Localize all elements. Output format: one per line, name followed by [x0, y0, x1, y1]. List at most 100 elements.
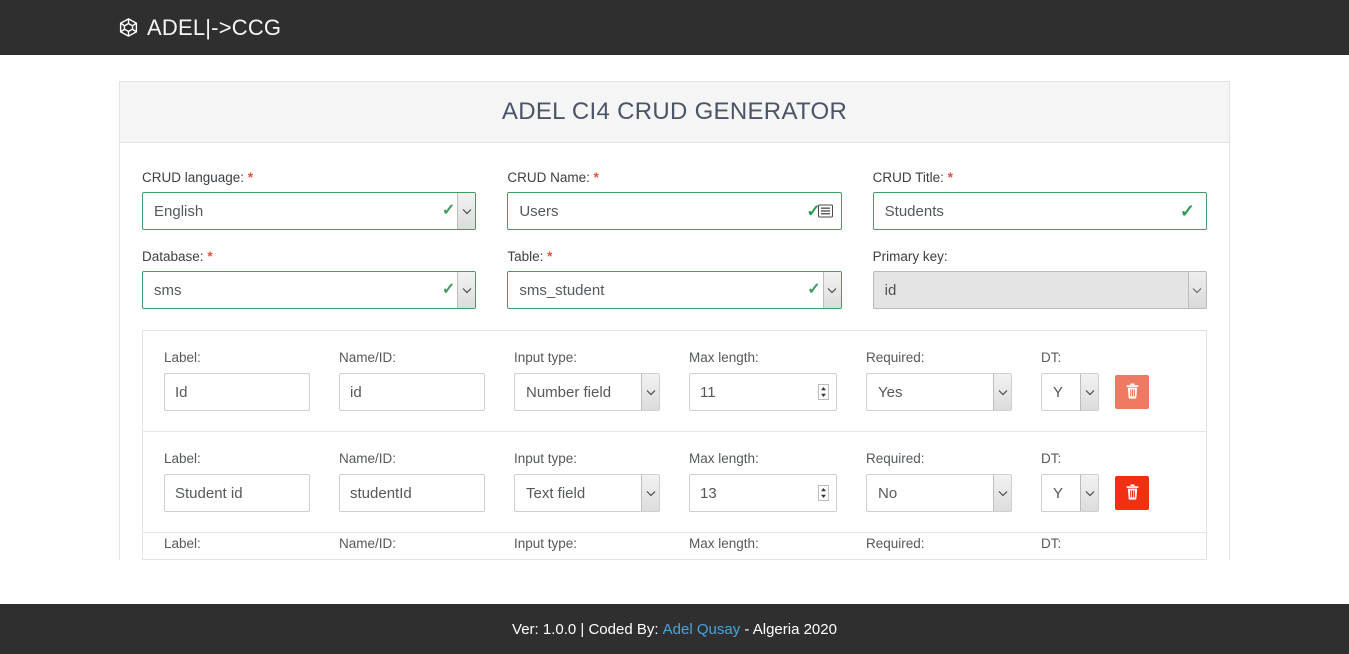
- table-control: sms_student ✓: [507, 271, 842, 309]
- row0-delete-button[interactable]: [1115, 375, 1149, 409]
- green-check-icon: ✓: [441, 281, 456, 298]
- primary-key-control: id: [872, 271, 1207, 309]
- database-label: Database: *: [142, 249, 476, 264]
- column-header-input-type: Input type:: [514, 350, 578, 365]
- row0-name-input[interactable]: [339, 373, 485, 411]
- table-label-text: Table:: [507, 249, 544, 264]
- row0-label-input[interactable]: [164, 373, 310, 411]
- green-check-icon: ✓: [807, 281, 821, 298]
- table-label: Table: *: [507, 249, 841, 264]
- footer-suffix-text: - Algeria 2020: [744, 620, 837, 638]
- chevron-down-icon[interactable]: [993, 475, 1011, 511]
- row0-input-type-select[interactable]: Number field: [514, 373, 660, 411]
- crud-language-select[interactable]: English ✓: [142, 192, 477, 230]
- primary-key-label: Primary key:: [872, 249, 948, 264]
- crud-title-input[interactable]: [872, 192, 1207, 230]
- row1-delete-button[interactable]: [1115, 476, 1149, 510]
- column-header-max-length: Max length:: [689, 451, 759, 466]
- row1-name-cell: Name/ID:: [339, 451, 485, 512]
- crud-name-control: ✓: [507, 192, 842, 230]
- row1-dt-select[interactable]: Y: [1041, 474, 1099, 512]
- row0-required-select[interactable]: Yes: [866, 373, 1012, 411]
- crud-language-label: CRUD language: *: [142, 170, 476, 185]
- column-header-dt: DT:: [1041, 350, 1062, 365]
- card-header: ADEL CI4 CRUD GENERATOR: [120, 82, 1229, 143]
- crud-name-input[interactable]: [507, 192, 842, 230]
- row1-dt-value: Y: [1053, 484, 1064, 502]
- footer-version-text: Ver: 1.0.0 | Coded By:: [512, 620, 659, 638]
- footer-author-link[interactable]: Adel Qusay: [663, 621, 741, 638]
- primary-key-select: id: [872, 271, 1207, 309]
- row1-input-type-select[interactable]: Text field: [514, 474, 660, 512]
- field-crud-language: CRUD language: * English ✓: [142, 170, 477, 230]
- column-header-name-id: Name/ID:: [339, 451, 397, 466]
- page-title: ADEL CI4 CRUD GENERATOR: [501, 98, 848, 125]
- required-marker: *: [207, 249, 213, 264]
- row0-max-length-input[interactable]: [689, 373, 837, 411]
- row0-dt-select[interactable]: Y: [1041, 373, 1099, 411]
- row1-dt-cell: DT: Y: [1041, 451, 1099, 512]
- row0-required-cell: Required: Yes: [866, 350, 1012, 411]
- brand-text: ADEL|->CCG: [147, 14, 282, 40]
- column-header-input-type: Input type:: [514, 451, 578, 466]
- row1-label-cell: Label:: [164, 451, 310, 512]
- row1-required-select[interactable]: No: [866, 474, 1012, 512]
- table-row: Label: Name/ID: Input type: Number field: [143, 331, 1206, 432]
- chevron-down-icon[interactable]: [641, 475, 659, 511]
- row2-max-cell: Max length:: [689, 536, 837, 559]
- row1-required-cell: Required: No: [866, 451, 1012, 512]
- chevron-down-icon[interactable]: [1080, 475, 1098, 511]
- trash-icon: [1125, 383, 1140, 402]
- chevron-down-icon: [1187, 272, 1206, 308]
- row0-input-type-value: Number field: [526, 383, 612, 401]
- row0-dt-value: Y: [1053, 383, 1064, 401]
- chevron-down-icon[interactable]: [993, 374, 1011, 410]
- green-check-icon: ✓: [441, 202, 456, 219]
- column-header-max-length: Max length:: [689, 350, 759, 365]
- column-header-input-type: Input type:: [514, 536, 578, 551]
- database-select[interactable]: sms ✓: [142, 271, 477, 309]
- form-row-2: Database: * sms ✓ Table: * sms_student ✓…: [142, 249, 1207, 309]
- column-header-name-id: Name/ID:: [339, 536, 397, 551]
- chevron-down-icon[interactable]: [1080, 374, 1098, 410]
- field-crud-title: CRUD Title: * ✓: [872, 170, 1207, 230]
- chevron-down-icon[interactable]: [641, 374, 659, 410]
- crud-language-label-text: CRUD language:: [142, 170, 245, 185]
- column-header-label: Label:: [164, 536, 201, 551]
- crud-title-label: CRUD Title: *: [873, 170, 1207, 185]
- page-footer: Ver: 1.0.0 | Coded By: Adel Qusay - Alge…: [0, 604, 1349, 654]
- trash-icon: [1125, 484, 1140, 503]
- fields-panel: Label: Name/ID: Input type: Number field: [142, 330, 1207, 560]
- crud-title-label-text: CRUD Title:: [872, 170, 944, 185]
- primary-key-value: id: [884, 281, 897, 299]
- table-row: Label: Name/ID: Input type: Text field: [143, 432, 1206, 533]
- column-header-required: Required:: [866, 350, 925, 365]
- row2-label-cell: Label:: [164, 536, 310, 559]
- brand-logo-link[interactable]: ADEL|->CCG: [118, 15, 281, 41]
- row1-label-input[interactable]: [164, 474, 310, 512]
- top-navbar: ADEL|->CCG: [0, 0, 1349, 55]
- row1-max-length-input[interactable]: [689, 474, 837, 512]
- chevron-down-icon[interactable]: [457, 272, 476, 308]
- row2-type-cell: Input type:: [514, 536, 660, 559]
- crud-language-value: English: [154, 202, 204, 220]
- row1-max-wrap: [689, 474, 837, 512]
- crud-title-control: ✓: [872, 192, 1207, 230]
- row1-name-input[interactable]: [339, 474, 485, 512]
- field-crud-name: CRUD Name: * ✓: [507, 170, 842, 230]
- column-header-dt: DT:: [1041, 451, 1062, 466]
- form-row-1: CRUD language: * English ✓ CRUD Name: * …: [142, 170, 1207, 230]
- row0-max-wrap: [689, 373, 837, 411]
- table-select[interactable]: sms_student ✓: [507, 271, 842, 309]
- chevron-down-icon[interactable]: [457, 193, 476, 229]
- row1-input-type-value: Text field: [526, 484, 586, 502]
- column-header-max-length: Max length:: [689, 536, 759, 551]
- table-value: sms_student: [519, 281, 605, 299]
- card-body: CRUD language: * English ✓ CRUD Name: * …: [120, 143, 1229, 560]
- row1-max-cell: Max length:: [689, 451, 837, 512]
- row2-name-cell: Name/ID:: [339, 536, 485, 559]
- row0-name-cell: Name/ID:: [339, 350, 485, 411]
- generator-card: ADEL CI4 CRUD GENERATOR CRUD language: *…: [119, 81, 1230, 560]
- chevron-down-icon[interactable]: [822, 272, 841, 308]
- column-header-required: Required:: [866, 451, 925, 466]
